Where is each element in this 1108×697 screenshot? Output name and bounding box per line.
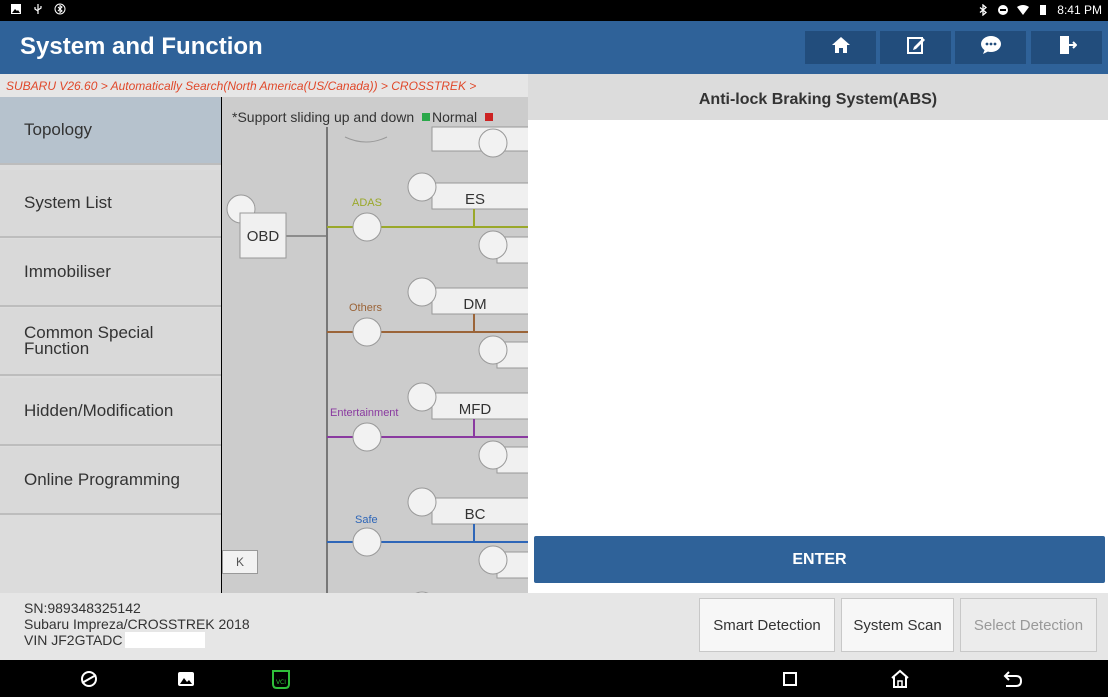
android-navigation-bar: VCI (0, 660, 1108, 697)
module-status-dot (407, 172, 437, 202)
partial-circle-arc (344, 136, 388, 143)
status-time: 8:41 PM (1057, 3, 1102, 17)
bus-label-adas: ADAS (352, 197, 382, 209)
module-label-dm: DM (463, 296, 486, 313)
bus-label-safe: Safe (355, 514, 378, 526)
edit-icon (906, 35, 926, 60)
sidebar-item-online-programming[interactable]: Online Programming (0, 447, 221, 515)
usb-icon (32, 3, 44, 15)
vci-icon[interactable]: VCI (269, 667, 293, 691)
vin-number: VIN JF2GTADC (24, 632, 123, 648)
module-status-dot (478, 440, 508, 470)
module-label-bc: BC (465, 506, 486, 523)
browser-icon[interactable] (77, 667, 101, 691)
vehicle-model: Subaru Impreza/CROSSTREK 2018 (24, 616, 250, 632)
report-button[interactable] (880, 31, 951, 64)
bus-label-others: Others (349, 302, 383, 314)
breadcrumb: SUBARU V26.60 > Automatically Search(Nor… (0, 74, 528, 97)
module-status-dot (478, 335, 508, 365)
sidebar-item-topology[interactable]: Topology (0, 97, 221, 165)
system-scan-button[interactable]: System Scan (841, 598, 954, 652)
battery-icon (1037, 4, 1049, 16)
vehicle-footer: SN:989348325142 Subaru Impreza/CROSSTREK… (0, 593, 1108, 660)
bus-group-others: DM Others (327, 277, 528, 369)
topology-view[interactable]: OBD ES ADAS DM Others MFD Entertainment … (222, 97, 528, 593)
home-icon (831, 36, 851, 59)
function-sidebar: Topology System List Immobiliser Common … (0, 97, 221, 593)
module-status-dot (407, 382, 437, 412)
do-not-disturb-icon (997, 4, 1009, 16)
bus-group-safe: BC Safe (327, 487, 528, 579)
normal-legend-swatch (422, 113, 431, 122)
image-notification-icon (10, 3, 22, 15)
bluetooth-circle-icon (54, 3, 66, 15)
vin-redaction (124, 632, 205, 648)
module-status-dot (478, 128, 508, 158)
exit-icon (1057, 35, 1077, 60)
serial-number: SN:989348325142 (24, 600, 141, 616)
bus-group-adas: ES ADAS (327, 172, 528, 264)
back-icon[interactable] (1001, 667, 1025, 691)
bluetooth-icon (977, 3, 989, 17)
page-title: System and Function (20, 33, 263, 60)
normal-legend-label: Normal (432, 109, 478, 125)
sidebar-item-label: Online Programming (24, 470, 180, 489)
sidebar-item-common-special-function[interactable]: Common Special Function (0, 308, 221, 376)
module-label-es: ES (465, 191, 485, 208)
bus-label-entertainment: Entertainment (330, 407, 398, 419)
bus-status-dot (352, 422, 382, 452)
module-status-dot (478, 545, 508, 575)
system-detail-panel: Anti-lock Braking System(ABS) ENTER (528, 74, 1108, 593)
wifi-icon (1017, 4, 1030, 16)
sidebar-item-label: System List (24, 193, 112, 212)
module-status-dot (478, 230, 508, 260)
select-detection-button[interactable]: Select Detection (960, 598, 1097, 652)
collapse-sidebar-button[interactable]: K (222, 550, 258, 574)
gallery-icon[interactable] (174, 667, 198, 691)
bus-status-dot (352, 212, 382, 242)
fault-legend-swatch (485, 113, 494, 122)
bus-status-dot (352, 317, 382, 347)
exit-button[interactable] (1031, 31, 1102, 64)
module-label-mfd: MFD (459, 401, 492, 418)
topology-diagram: OBD ES ADAS DM Others MFD Entertainment … (226, 126, 528, 593)
svg-text:VCI: VCI (276, 679, 286, 686)
chat-icon (980, 35, 1002, 60)
sidebar-item-immobiliser[interactable]: Immobiliser (0, 239, 221, 307)
recent-apps-icon[interactable] (778, 667, 802, 691)
status-bar: 8:41 PM (0, 0, 1108, 21)
home-icon[interactable] (888, 667, 912, 691)
feedback-button[interactable] (955, 31, 1026, 64)
panel-title: Anti-lock Braking System(ABS) (528, 74, 1108, 120)
home-button[interactable] (805, 31, 876, 64)
sidebar-item-label: Immobiliser (24, 262, 111, 281)
module-status-dot (407, 487, 437, 517)
sidebar-item-label: Topology (24, 120, 93, 139)
obd-label: OBD (247, 228, 280, 245)
vehicle-info: SN:989348325142 Subaru Impreza/CROSSTREK… (24, 600, 250, 648)
bus-group-entertainment: MFD Entertainment (327, 382, 528, 474)
app-header: System and Function (0, 21, 1108, 74)
topology-legend: *Support sliding up and down Normal (232, 109, 495, 125)
sidebar-item-label: Hidden/Modification (24, 401, 174, 420)
module-status-dot (407, 277, 437, 307)
smart-detection-button[interactable]: Smart Detection (699, 598, 835, 652)
sidebar-item-hidden-modification[interactable]: Hidden/Modification (0, 378, 221, 446)
sidebar-item-system-list[interactable]: System List (0, 170, 221, 238)
bus-status-dot (352, 527, 382, 557)
enter-button[interactable]: ENTER (534, 536, 1105, 583)
topology-note: *Support sliding up and down (232, 109, 415, 125)
sidebar-item-label: Common Special Function (24, 323, 154, 358)
